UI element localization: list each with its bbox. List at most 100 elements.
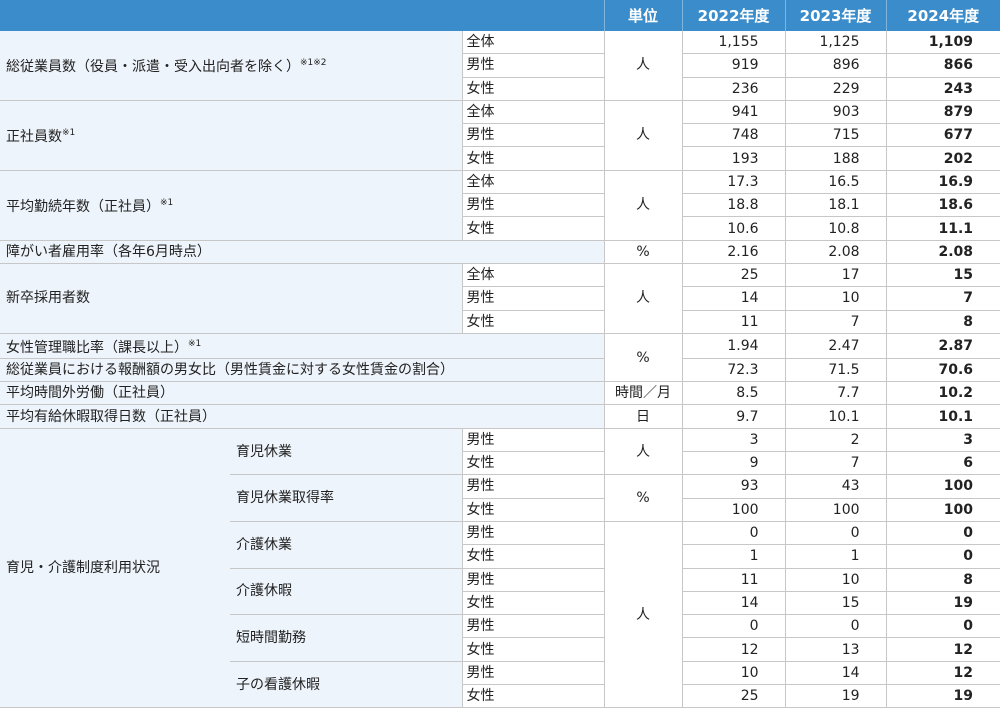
value-cell: 193 xyxy=(681,146,786,171)
value-cell: 1 xyxy=(681,544,786,569)
value-cell: 10.2 xyxy=(885,381,1000,406)
value-cell: 1.94 xyxy=(681,333,786,359)
value-cell: 43 xyxy=(784,474,887,499)
header-year-2024: 2024年度 xyxy=(885,0,1000,31)
header-row: 単位 2022年度 2023年度 2024年度 xyxy=(0,0,1000,31)
value-cell: 9.7 xyxy=(681,404,786,429)
value-cell: 2.87 xyxy=(885,333,1000,359)
sub-label: 女性 xyxy=(461,544,605,569)
row-label: 女性管理職比率（課長以上）※1 xyxy=(0,333,605,359)
value-cell: 14 xyxy=(681,591,786,616)
row-label: 平均時間外労働（正社員） xyxy=(0,381,605,406)
value-cell: 229 xyxy=(784,77,887,101)
unit-cell: 人 xyxy=(603,100,683,171)
value-cell: 12 xyxy=(885,637,1000,662)
table-row: 女性管理職比率（課長以上）※1 % 1.94 2.47 2.87 xyxy=(0,333,1000,383)
sub-label: 女性 xyxy=(461,637,605,662)
value-cell: 16.5 xyxy=(784,170,887,195)
value-cell: 10.6 xyxy=(681,216,786,241)
sub-label: 男性 xyxy=(461,286,605,311)
value-cell: 7 xyxy=(885,286,1000,311)
value-cell: 11 xyxy=(681,310,786,334)
row-label: 平均有給休暇取得日数（正社員） xyxy=(0,404,605,429)
sub-label: 全体 xyxy=(461,31,605,55)
value-cell: 941 xyxy=(681,100,786,125)
value-cell: 25 xyxy=(681,263,786,288)
value-cell: 236 xyxy=(681,77,786,101)
value-cell: 25 xyxy=(681,684,786,709)
sub-label: 女性 xyxy=(461,146,605,171)
value-cell: 100 xyxy=(885,474,1000,499)
value-cell: 10.1 xyxy=(885,404,1000,429)
sub-label: 全体 xyxy=(461,170,605,195)
sub-label: 男性 xyxy=(461,428,605,453)
value-cell: 11 xyxy=(681,568,786,592)
value-cell: 17 xyxy=(784,263,887,288)
sub-label: 女性 xyxy=(461,591,605,616)
sub-label: 女性 xyxy=(461,451,605,476)
value-cell: 188 xyxy=(784,146,887,171)
table-row: 平均勤続年数（正社員）※1 全体 人 17.3 16.5 16.9 xyxy=(0,170,1000,241)
group-label: 短時間勤務 xyxy=(230,614,462,662)
group-label: 子の看護休暇 xyxy=(230,661,462,709)
sub-label: 女性 xyxy=(461,216,605,241)
value-cell: 879 xyxy=(885,100,1000,125)
table-row: 総従業員数（役員・派遣・受入出向者を除く）※1※2 全体 人 1,155 1,1… xyxy=(0,31,1000,101)
value-cell: 14 xyxy=(681,286,786,311)
value-cell: 19 xyxy=(885,591,1000,616)
hr-data-table: 単位 2022年度 2023年度 2024年度 総従業員数（役員・派遣・受入出向… xyxy=(0,0,1000,709)
row-label: 正社員数※1 xyxy=(0,100,462,171)
value-cell: 0 xyxy=(885,521,1000,546)
value-cell: 18.8 xyxy=(681,193,786,218)
table-row: 育児・介護制度利用状況 育児休業 男性 人 3 2 3 xyxy=(0,428,1000,709)
row-label: 新卒採用者数 xyxy=(0,263,462,334)
value-cell: 70.6 xyxy=(885,358,1000,383)
sub-label: 男性 xyxy=(461,521,605,546)
value-cell: 7.7 xyxy=(784,381,887,406)
unit-cell: 人 xyxy=(603,170,683,241)
value-cell: 15 xyxy=(885,263,1000,288)
table-row: 新卒採用者数 全体 人 25 17 15 xyxy=(0,263,1000,334)
value-cell: 0 xyxy=(885,614,1000,639)
value-cell: 3 xyxy=(681,428,786,453)
value-cell: 10.8 xyxy=(784,216,887,241)
sub-label: 男性 xyxy=(461,661,605,686)
header-unit: 単位 xyxy=(603,0,683,31)
value-cell: 10 xyxy=(784,568,887,592)
value-cell: 7 xyxy=(784,451,887,476)
group-label: 育児休業取得率 xyxy=(230,474,462,522)
sub-label: 男性 xyxy=(461,193,605,218)
header-blank xyxy=(0,0,605,31)
value-cell: 72.3 xyxy=(681,358,786,383)
value-cell: 9 xyxy=(681,451,786,476)
value-cell: 0 xyxy=(784,614,887,639)
value-cell: 8.5 xyxy=(681,381,786,406)
value-cell: 6 xyxy=(885,451,1000,476)
unit-cell: 人 xyxy=(603,263,683,334)
value-cell: 0 xyxy=(784,521,887,546)
group-label: 介護休業 xyxy=(230,521,462,569)
sub-label: 女性 xyxy=(461,77,605,101)
value-cell: 100 xyxy=(784,498,887,522)
unit-cell: % xyxy=(603,240,683,264)
value-cell: 10.1 xyxy=(784,404,887,429)
row-label: 総従業員における報酬額の男女比（男性賃金に対する女性賃金の割合） xyxy=(0,358,605,383)
value-cell: 2.16 xyxy=(681,240,786,264)
value-cell: 715 xyxy=(784,123,887,148)
sub-label: 男性 xyxy=(461,568,605,592)
value-cell: 93 xyxy=(681,474,786,499)
table-row: 平均有給休暇取得日数（正社員） 日 9.7 10.1 10.1 xyxy=(0,404,1000,429)
sub-label: 男性 xyxy=(461,53,605,78)
unit-cell: 時間／月 xyxy=(603,381,683,406)
value-cell: 15 xyxy=(784,591,887,616)
value-cell: 0 xyxy=(681,521,786,546)
value-cell: 748 xyxy=(681,123,786,148)
value-cell: 0 xyxy=(885,544,1000,569)
value-cell: 7 xyxy=(784,310,887,334)
sub-label: 男性 xyxy=(461,123,605,148)
header-year-2023: 2023年度 xyxy=(784,0,887,31)
value-cell: 14 xyxy=(784,661,887,686)
group-label: 介護休暇 xyxy=(230,568,462,616)
value-cell: 19 xyxy=(885,684,1000,709)
value-cell: 19 xyxy=(784,684,887,709)
